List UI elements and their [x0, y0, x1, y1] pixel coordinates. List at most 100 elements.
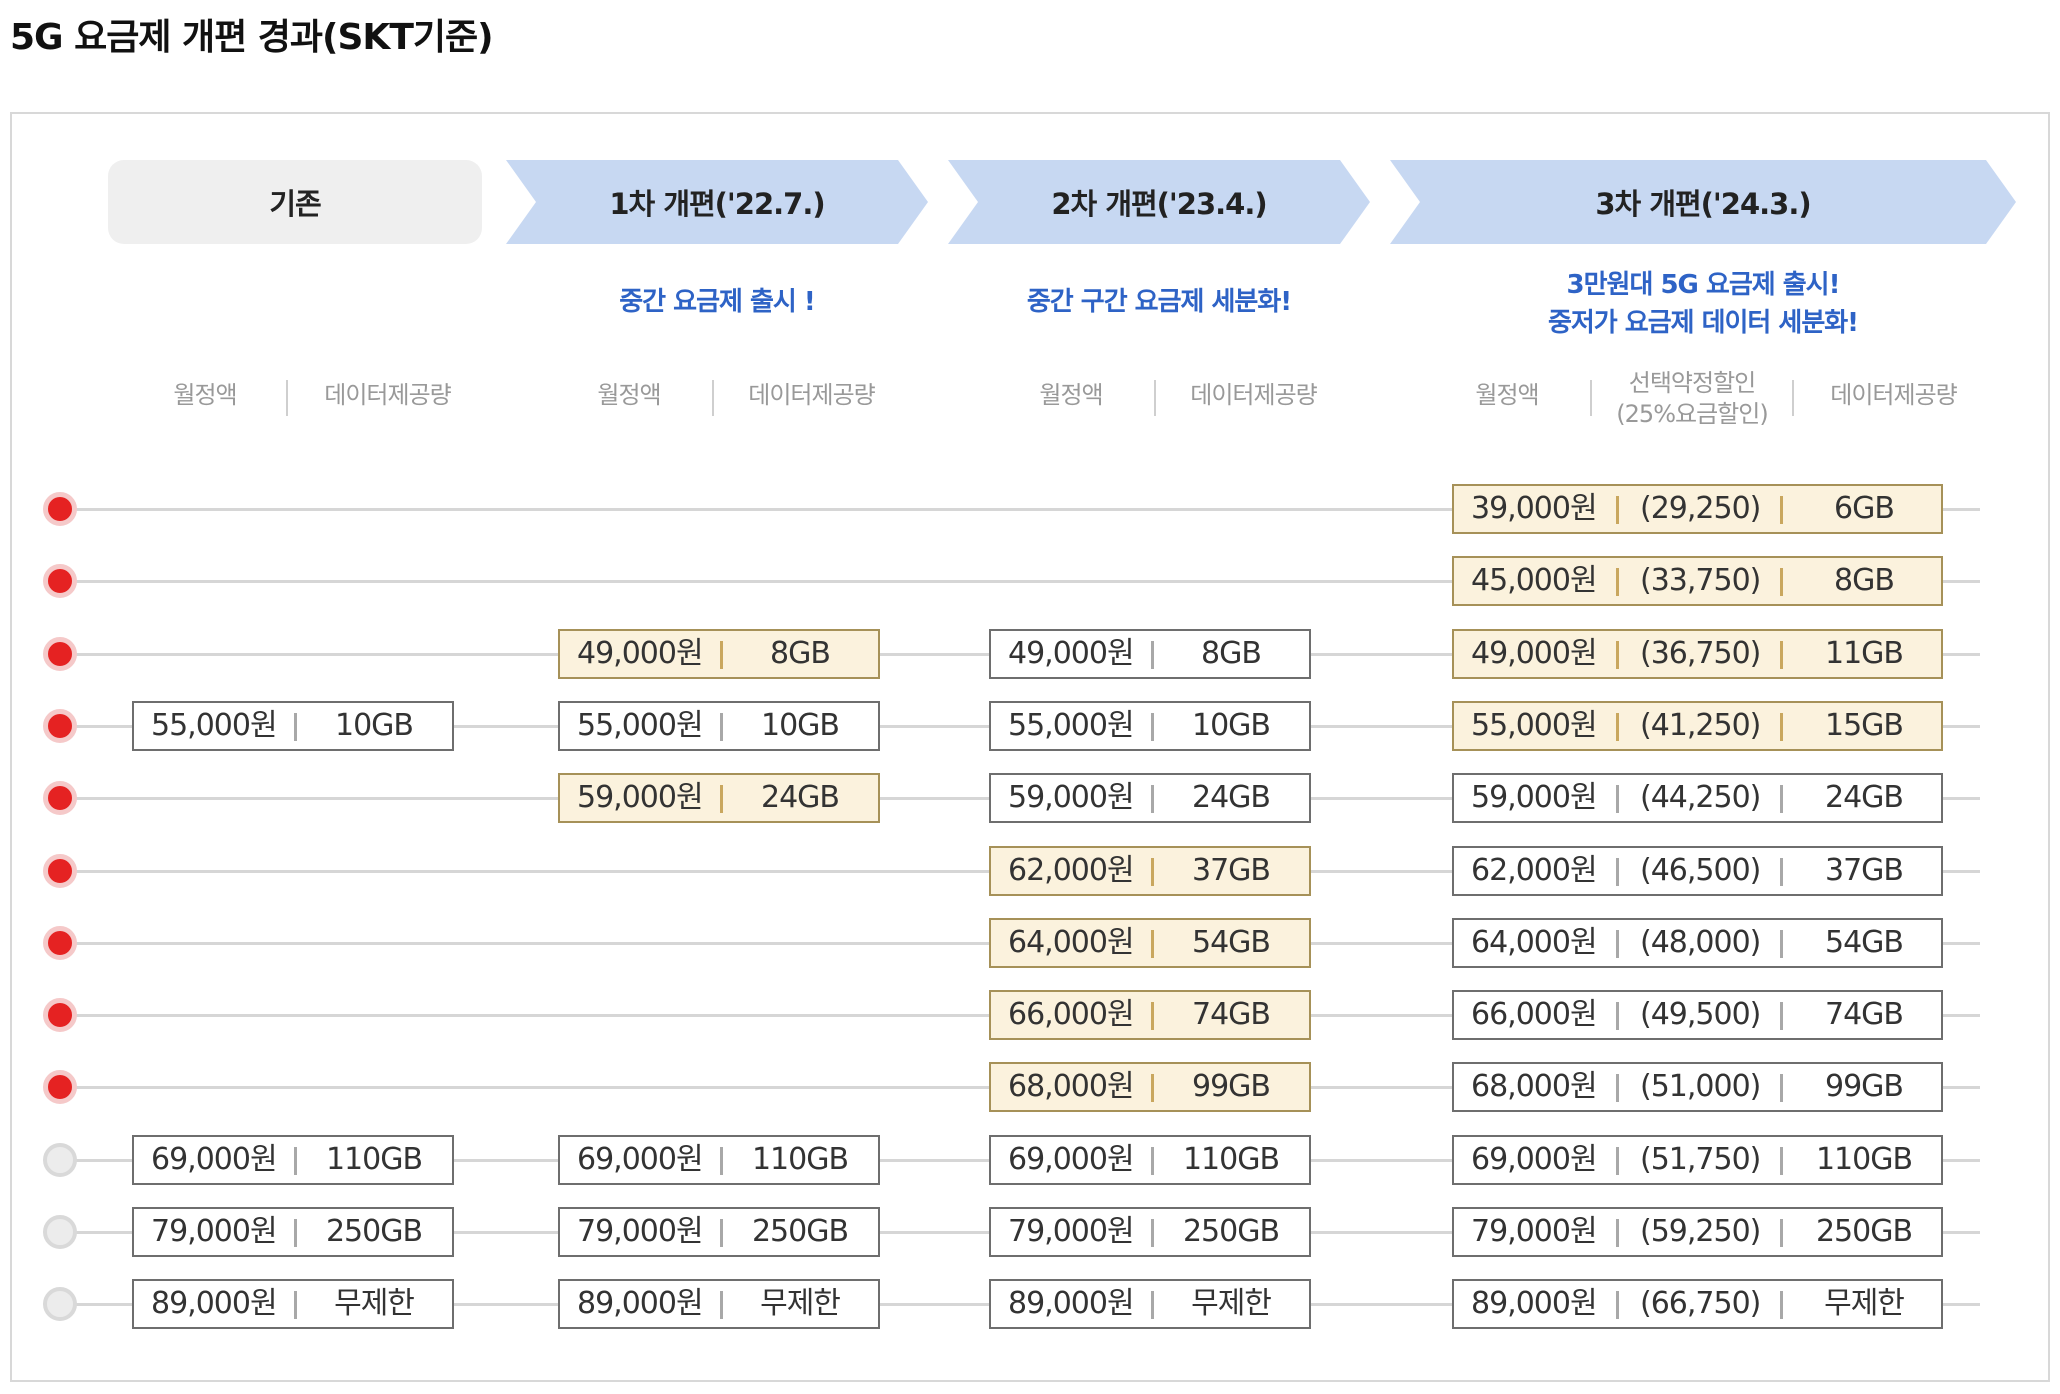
plan-box: 89,000원 (66,750) 무제한	[1452, 1279, 1943, 1329]
box-divider	[1616, 496, 1619, 524]
plan-price: 55,000원	[151, 708, 278, 743]
plan-data-amount: 6GB	[1834, 491, 1895, 526]
existing-plan-dot	[43, 1287, 77, 1321]
plan-box: 55,000원 (41,250) 15GB	[1452, 701, 1943, 751]
box-divider	[720, 1219, 723, 1247]
plan-price: 64,000원	[1008, 925, 1135, 960]
colheader-base-monthly: 월정액	[173, 381, 237, 409]
box-divider	[1151, 1219, 1154, 1247]
existing-plan-dot	[43, 1215, 77, 1249]
plan-data-amount: 110GB	[1815, 1142, 1913, 1177]
box-divider	[1616, 858, 1619, 886]
plan-box: 66,000원 74GB	[989, 990, 1311, 1040]
plan-box: 59,000원 24GB	[989, 773, 1311, 823]
plan-discount-price: (36,750)	[1640, 636, 1761, 671]
plan-price: 69,000원	[1471, 1142, 1598, 1177]
plan-data-amount: 54GB	[1824, 925, 1904, 960]
colheader-separator	[286, 380, 288, 416]
plan-box: 39,000원 (29,250) 6GB	[1452, 484, 1943, 534]
plan-data-amount: 24GB	[760, 780, 840, 815]
plan-price: 79,000원	[1471, 1214, 1598, 1249]
plan-price: 39,000원	[1471, 491, 1598, 526]
plan-price: 69,000원	[1008, 1142, 1135, 1177]
plan-box: 69,000원 110GB	[132, 1135, 454, 1185]
plan-discount-price: (48,000)	[1640, 925, 1761, 960]
plan-data-amount: 110GB	[751, 1142, 849, 1177]
colheader-discount-line1: 선택약정할인	[1628, 369, 1756, 397]
plan-box: 69,000원 (51,750) 110GB	[1452, 1135, 1943, 1185]
plan-price: 64,000원	[1471, 925, 1598, 960]
box-divider	[294, 713, 297, 741]
new-plan-dot	[43, 492, 77, 526]
plan-data-amount: 무제한	[334, 1286, 415, 1321]
plan-discount-price: (29,250)	[1640, 491, 1761, 526]
existing-plan-dot	[43, 1143, 77, 1177]
plan-price: 59,000원	[1008, 780, 1135, 815]
plan-data-amount: 110GB	[1182, 1142, 1280, 1177]
plan-price: 69,000원	[577, 1142, 704, 1177]
plan-data-amount: 24GB	[1191, 780, 1271, 815]
plan-box: 62,000원 37GB	[989, 846, 1311, 896]
box-divider	[294, 1219, 297, 1247]
plan-box: 55,000원 10GB	[558, 701, 880, 751]
box-divider	[1151, 713, 1154, 741]
plan-discount-price: (66,750)	[1640, 1286, 1761, 1321]
plan-box: 79,000원 (59,250) 250GB	[1452, 1207, 1943, 1257]
plan-box: 69,000원 110GB	[558, 1135, 880, 1185]
plan-price: 89,000원	[577, 1286, 704, 1321]
box-divider	[1151, 785, 1154, 813]
box-divider	[1780, 858, 1783, 886]
plan-data-amount: 무제한	[760, 1286, 841, 1321]
plan-price: 89,000원	[151, 1286, 278, 1321]
plan-box: 69,000원 110GB	[989, 1135, 1311, 1185]
box-divider	[1616, 930, 1619, 958]
plan-discount-price: (33,750)	[1640, 563, 1761, 598]
subhead-rev2: 중간 구간 요금제 세분화!	[1026, 287, 1292, 317]
plan-discount-price: (46,500)	[1640, 853, 1761, 888]
plan-price: 89,000원	[1471, 1286, 1598, 1321]
box-divider	[1616, 713, 1619, 741]
plan-price: 55,000원	[1008, 708, 1135, 743]
box-divider	[294, 1291, 297, 1319]
plan-data-amount: 10GB	[760, 708, 840, 743]
colheader-rev2-data: 데이터제공량	[1190, 381, 1317, 409]
plan-box: 49,000원 8GB	[558, 629, 880, 679]
page-title: 5G 요금제 개편 경과(SKT기준)	[10, 17, 494, 58]
plan-box: 64,000원 54GB	[989, 918, 1311, 968]
colheader-discount-line2: (25%요금할인)	[1616, 400, 1768, 428]
plan-data-amount: 10GB	[1191, 708, 1271, 743]
box-divider	[1780, 641, 1783, 669]
box-divider	[1780, 785, 1783, 813]
plan-data-amount: 250GB	[325, 1214, 423, 1249]
box-divider	[720, 641, 723, 669]
plan-price: 55,000원	[1471, 708, 1598, 743]
plan-box: 68,000원 (51,000) 99GB	[1452, 1062, 1943, 1112]
plan-price: 68,000원	[1008, 1069, 1135, 1104]
box-divider	[1151, 1074, 1154, 1102]
box-divider	[1780, 930, 1783, 958]
plan-box: 49,000원 8GB	[989, 629, 1311, 679]
plan-data-amount: 250GB	[1815, 1214, 1913, 1249]
box-divider	[1151, 1147, 1154, 1175]
plan-data-amount: 8GB	[1834, 563, 1895, 598]
new-plan-dot	[43, 1070, 77, 1104]
box-divider	[1616, 641, 1619, 669]
plan-price: 79,000원	[577, 1214, 704, 1249]
plan-price: 79,000원	[1008, 1214, 1135, 1249]
plan-price: 66,000원	[1008, 997, 1135, 1032]
box-divider	[1151, 858, 1154, 886]
box-divider	[1151, 930, 1154, 958]
plan-price: 89,000원	[1008, 1286, 1135, 1321]
box-divider	[1616, 1074, 1619, 1102]
plan-price: 79,000원	[151, 1214, 278, 1249]
box-divider	[1616, 785, 1619, 813]
plan-data-amount: 15GB	[1824, 708, 1904, 743]
colheader-separator	[712, 380, 714, 416]
new-plan-dot	[43, 637, 77, 671]
plan-box: 45,000원 (33,750) 8GB	[1452, 556, 1943, 606]
plan-price: 49,000원	[1008, 636, 1135, 671]
plan-box: 55,000원 10GB	[989, 701, 1311, 751]
plan-discount-price: (49,500)	[1640, 997, 1761, 1032]
plan-box: 66,000원 (49,500) 74GB	[1452, 990, 1943, 1040]
plan-data-amount: 54GB	[1191, 925, 1271, 960]
